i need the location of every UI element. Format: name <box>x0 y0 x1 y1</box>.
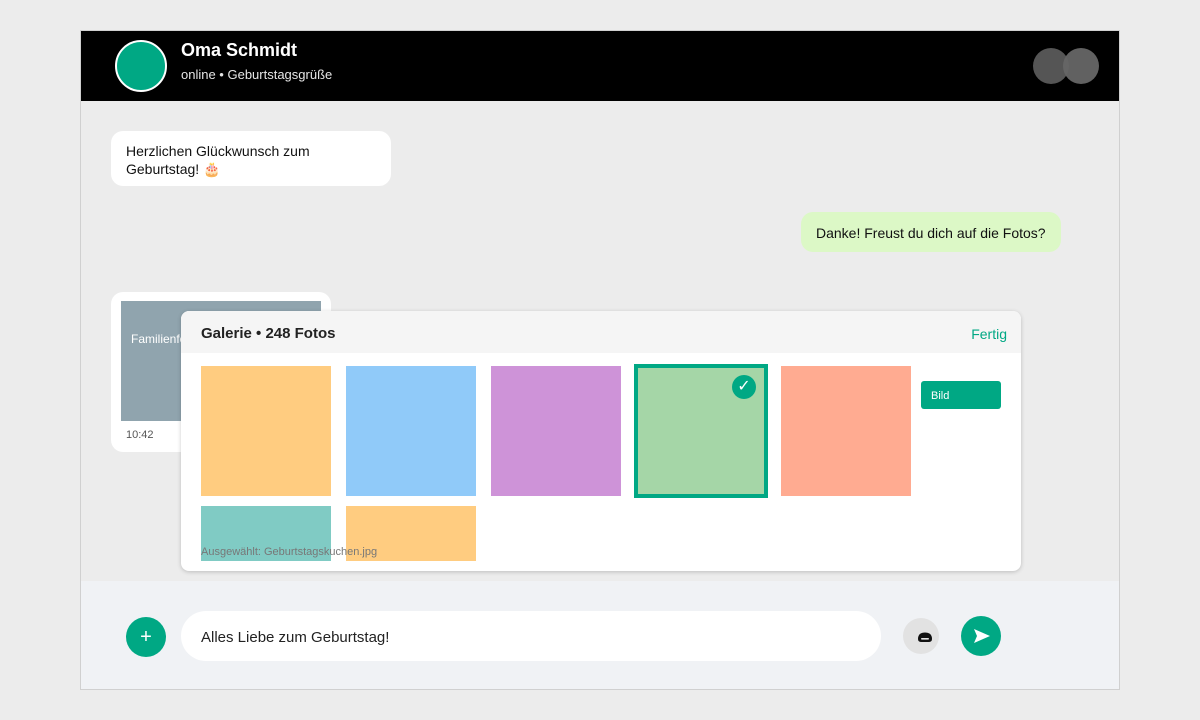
contact-name[interactable]: Oma Schmidt <box>181 40 297 61</box>
gallery-photo-tile[interactable] <box>346 366 476 496</box>
message-timestamp: 10:42 <box>126 429 154 441</box>
gallery-photo-tile[interactable] <box>491 366 621 496</box>
insert-image-button[interactable]: Bild <box>921 381 1001 409</box>
message-composer: + Alles Liebe zum Geburtstag! <box>81 581 1119 689</box>
done-button[interactable]: Fertig <box>971 326 1007 342</box>
contact-avatar[interactable] <box>115 40 167 92</box>
gallery-photo-tile[interactable] <box>781 366 911 496</box>
gallery-title: Galerie • 248 Fotos <box>201 325 336 342</box>
gallery-picker: Galerie • 248 Fotos Fertig ✓ Bild Ausgew… <box>181 311 1021 571</box>
gallery-photo-tile-selected[interactable]: ✓ <box>634 364 768 498</box>
attach-plus-button[interactable]: + <box>126 617 166 657</box>
gallery-header: Galerie • 248 Fotos Fertig <box>181 311 1021 353</box>
message-input[interactable]: Alles Liebe zum Geburtstag! <box>181 611 881 661</box>
gallery-photo-tile[interactable] <box>201 366 331 496</box>
outgoing-message-text: Danke! Freust du dich auf die Fotos? <box>816 225 1046 241</box>
outgoing-message: Danke! Freust du dich auf die Fotos? <box>801 212 1061 252</box>
checkmark-icon: ✓ <box>732 375 756 399</box>
incoming-message-text: Herzlichen Glückwunsch zum Geburtstag! 🎂 <box>126 143 310 177</box>
contact-status: online • Geburtstagsgrüße <box>181 67 333 82</box>
menu-icon[interactable] <box>1063 48 1099 84</box>
send-button[interactable] <box>961 616 1001 656</box>
message-input-value: Alles Liebe zum Geburtstag! <box>201 629 390 646</box>
send-icon <box>974 629 990 643</box>
chat-window: Oma Schmidt online • Geburtstagsgrüße He… <box>80 30 1120 690</box>
selected-file-label: Ausgewählt: Geburtstagskuchen.jpg <box>201 546 378 558</box>
incoming-message: Herzlichen Glückwunsch zum Geburtstag! 🎂 <box>111 131 391 186</box>
chat-header: Oma Schmidt online • Geburtstagsgrüße <box>81 31 1119 101</box>
emoji-button[interactable] <box>903 618 939 654</box>
emoji-icon <box>918 632 932 642</box>
